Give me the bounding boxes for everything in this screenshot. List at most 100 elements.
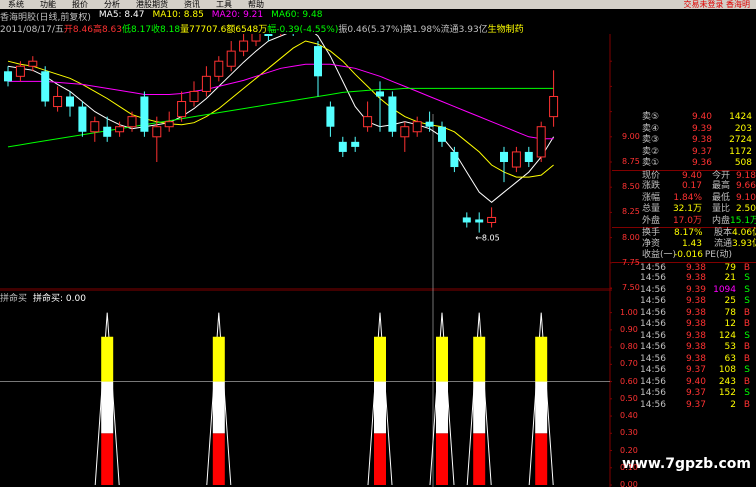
- ask-volume: 1424: [729, 112, 752, 122]
- candle: [363, 101, 373, 132]
- signal-bar-red: [436, 433, 448, 485]
- indicator-chart[interactable]: [0, 290, 612, 487]
- signal-bar-white: [436, 381, 448, 434]
- candle: [177, 91, 187, 122]
- menu-item-system[interactable]: 系统: [0, 0, 32, 9]
- tick-side: S: [744, 296, 750, 306]
- tick-side: S: [744, 388, 750, 398]
- signal-bar-white: [101, 381, 114, 434]
- tick-time: 14:56: [640, 296, 666, 306]
- info-change: 幅-0.39(-4.55%): [267, 25, 339, 35]
- menu-item-quote[interactable]: 报价: [64, 0, 96, 9]
- stat-label: 涨跌: [642, 181, 661, 191]
- signal-bar-yellow: [212, 336, 225, 382]
- candle-body: [487, 216, 497, 223]
- stat-value: 15.1万: [730, 215, 756, 226]
- candlestick-chart[interactable]: ← 10.91←8.05: [0, 34, 612, 290]
- candle: [549, 70, 559, 127]
- candle: [214, 56, 224, 82]
- price-axis-label: 7.75: [622, 257, 640, 267]
- tick-volume: 124: [718, 330, 736, 341]
- tick-price: 9.39: [685, 284, 706, 295]
- fund-label: 股本: [713, 228, 732, 238]
- info-open: 开8.46: [63, 25, 93, 35]
- candle-body: [164, 121, 174, 128]
- candle: [438, 121, 446, 147]
- candle: [475, 212, 484, 233]
- stock-title: 香海明胶(日线,前复权): [0, 13, 91, 23]
- candle-body: [214, 60, 224, 77]
- menu-item-news[interactable]: 资讯: [176, 0, 208, 9]
- ma-line-ma10: [7, 40, 554, 178]
- menu-item-analysis[interactable]: 分析: [96, 0, 128, 9]
- price-axis-label: 8.00: [622, 232, 640, 242]
- stat-label: 现价: [642, 170, 661, 181]
- menu-item-tools[interactable]: 工具: [208, 0, 240, 9]
- signal-bar-red: [535, 433, 548, 485]
- candle: [412, 116, 422, 137]
- candle-body: [462, 217, 471, 223]
- watermark: www.7gpzb.com: [622, 456, 752, 472]
- indicator-axis-label: 0.50: [620, 393, 638, 403]
- ask-label: 卖②: [642, 146, 660, 157]
- broker-login-status[interactable]: 交易未登录 香海明: [683, 0, 756, 9]
- tick-side: S: [744, 273, 750, 283]
- candle-info-line: 2011/08/17/五 开8.46 高8.63 低8.17 收8.18 量77…: [0, 22, 524, 35]
- candle-body: [28, 60, 38, 67]
- ma-line-ma5: [7, 34, 555, 203]
- info-sector: 生物制药: [487, 25, 524, 35]
- quote-stat-row: 现价 9.40 今开 9.18: [612, 169, 756, 182]
- signal-bar-red: [212, 433, 225, 485]
- ask-label: 卖③: [642, 135, 660, 145]
- menu-item-futures[interactable]: 港股期货: [128, 0, 176, 9]
- tick-volume: 12: [724, 319, 736, 329]
- tick-side: S: [744, 330, 750, 341]
- candle-body: [4, 71, 12, 82]
- info-low: 低8.17: [122, 25, 152, 35]
- candle-body: [78, 106, 87, 132]
- signal-bar-white: [212, 381, 225, 434]
- stat-label: 总量: [642, 204, 661, 214]
- candle: [450, 146, 459, 173]
- ask-price: 9.38: [691, 135, 712, 145]
- candle-body: [201, 75, 211, 92]
- candle: [487, 207, 497, 228]
- ma-line-ma60: [7, 87, 554, 148]
- signal-bar-yellow: [374, 336, 386, 382]
- candle: [314, 41, 322, 97]
- info-amount: 额6548万: [226, 25, 268, 35]
- fund-value: -0.016: [674, 250, 704, 260]
- tick-volume: 25: [724, 296, 736, 306]
- candle: [201, 66, 211, 97]
- tick-side: B: [743, 319, 750, 329]
- candle: [164, 111, 174, 132]
- signal-spike: [206, 312, 232, 486]
- candle-body: [388, 96, 397, 132]
- signal-bar-red: [374, 433, 386, 485]
- tick-price: 9.38: [685, 330, 706, 341]
- fund-value: 1.43: [681, 238, 702, 249]
- tick-volume: 79: [724, 262, 736, 273]
- candle: [338, 136, 347, 157]
- ma20-label: MA20: 9.21: [211, 10, 264, 20]
- stat-value: 9.40: [681, 170, 702, 181]
- menu-item-function[interactable]: 功能: [32, 0, 64, 9]
- stat-label: 最高: [711, 181, 730, 191]
- price-axis-label: 8.50: [622, 182, 640, 192]
- tick-volume: 21: [724, 273, 736, 283]
- signal-spike: [429, 312, 455, 486]
- ask-price: 9.36: [691, 158, 712, 168]
- stat-value: 9.66: [735, 181, 756, 191]
- stat-value: 9.18: [735, 170, 756, 181]
- tick-volume: 108: [718, 365, 736, 375]
- stat-value: 9.10: [735, 192, 756, 203]
- price-axis-label: 7.50: [622, 283, 640, 292]
- candle-body: [376, 91, 384, 97]
- tick-price: 9.38: [685, 296, 706, 306]
- candle: [4, 66, 12, 87]
- info-float: 流通3.93亿: [440, 25, 488, 35]
- tick-price: 9.38: [685, 273, 706, 283]
- stat-label: 最低: [711, 192, 730, 203]
- menu-item-help[interactable]: 帮助: [240, 0, 272, 9]
- stat-label: 量比: [711, 204, 730, 214]
